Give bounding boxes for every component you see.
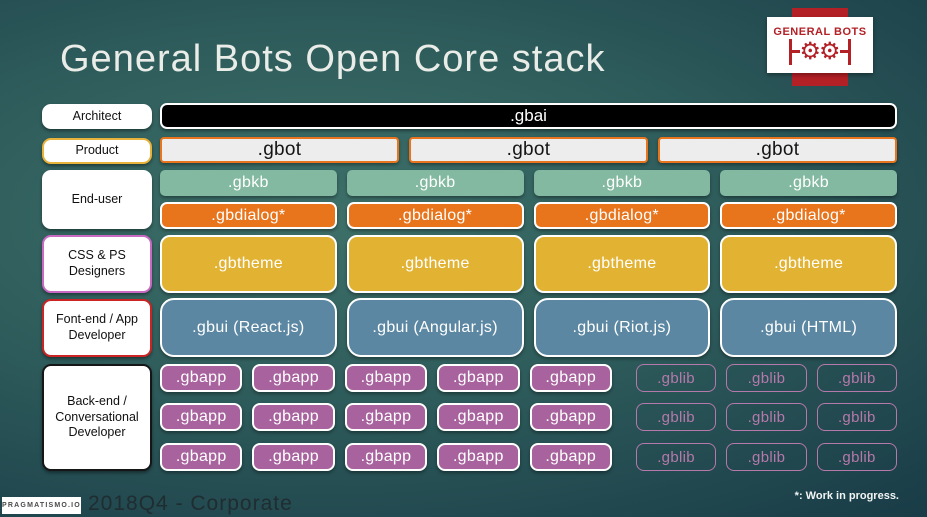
role-label-end-user: End-user: [42, 170, 152, 229]
gbkb-box: .gbkb: [720, 170, 897, 196]
work-in-progress-note: *: Work in progress.: [794, 490, 899, 502]
gbapp-box: .gbapp: [160, 443, 243, 471]
gbot-row: .gbot .gbot .gbot: [160, 137, 897, 163]
gbot-box: .gbot: [160, 137, 399, 163]
gblib-box: .gblib: [816, 403, 897, 431]
gbui-react-box: .gbui (React.js): [160, 298, 337, 357]
gbapp-box: .gbapp: [344, 443, 428, 471]
gbtheme-box: .gbtheme: [720, 235, 897, 293]
slide-canvas: General Bots Open Core stack GENERAL BOT…: [0, 0, 927, 517]
gblib-box: .gblib: [635, 443, 717, 471]
gbot-box: .gbot: [658, 137, 897, 163]
gbkb-row: .gbkb .gbkb .gbkb .gbkb: [160, 170, 897, 196]
gbtheme-box: .gbtheme: [160, 235, 337, 293]
gbapp-box: .gbapp: [437, 364, 520, 392]
gbapp-gblib-row: .gbapp .gbapp .gbapp .gbapp .gbapp .gbli…: [160, 364, 897, 392]
gbdialog-box: .gbdialog*: [533, 202, 711, 229]
gbtheme-box: .gbtheme: [346, 235, 524, 293]
gbapp-gblib-row: .gbapp .gbapp .gbapp .gbapp .gbapp .gbli…: [160, 403, 897, 431]
gbtheme-box: .gbtheme: [533, 235, 711, 293]
gbapp-box: .gbapp: [529, 403, 612, 431]
gbapp-box: .gbapp: [160, 403, 243, 431]
gbai-box: .gbai: [160, 103, 897, 129]
gbui-riot-box: .gbui (Riot.js): [533, 298, 711, 357]
role-label-architect: Architect: [42, 104, 152, 129]
role-label-backend-conversational-developer: Back-end / Conversational Developer: [42, 364, 152, 471]
gbapp-box: .gbapp: [160, 364, 243, 392]
pragmatismo-logo: PRAGMATISMO.IO: [2, 497, 81, 514]
gbapp-box: .gbapp: [344, 403, 428, 431]
gbkb-box: .gbkb: [346, 170, 524, 196]
gear-icon: ⚙: [819, 37, 841, 65]
gbui-angular-box: .gbui (Angular.js): [346, 298, 524, 357]
gbapp-box: .gbapp: [252, 364, 335, 392]
role-label-css-ps-designers: CSS & PS Designers: [42, 235, 152, 293]
gbtheme-row: .gbtheme .gbtheme .gbtheme .gbtheme: [160, 235, 897, 293]
gblib-box: .gblib: [816, 364, 897, 392]
gbapp-box: .gbapp: [252, 443, 335, 471]
logo-brand-text: GENERAL BOTS: [773, 25, 867, 38]
gbdialog-box: .gbdialog*: [160, 202, 337, 229]
gbapp-box: .gbapp: [344, 364, 428, 392]
gear-icon: ⚙: [799, 37, 821, 65]
gbapp-box: .gbapp: [437, 403, 520, 431]
gblib-box: .gblib: [726, 364, 807, 392]
gblib-box: .gblib: [635, 364, 717, 392]
gbui-row: .gbui (React.js) .gbui (Angular.js) .gbu…: [160, 298, 897, 357]
role-label-product: Product: [42, 138, 152, 164]
gblib-box: .gblib: [635, 403, 717, 431]
gblib-box: .gblib: [726, 403, 807, 431]
gbui-html-box: .gbui (HTML): [720, 298, 897, 357]
gbdialog-row: .gbdialog* .gbdialog* .gbdialog* .gbdial…: [160, 202, 897, 229]
general-bots-logo: GENERAL BOTS ⚙ ⚙: [767, 17, 873, 73]
gear-frame-bar: [847, 38, 851, 65]
gblib-box: .gblib: [726, 443, 807, 471]
gbapp-gblib-row: .gbapp .gbapp .gbapp .gbapp .gbapp .gbli…: [160, 443, 897, 471]
gear-frame-bar: [839, 50, 848, 53]
slide-footer-caption: 2018Q4 - Corporate: [88, 492, 293, 515]
gbdialog-box: .gbdialog*: [720, 202, 897, 229]
gbot-box: .gbot: [409, 137, 648, 163]
gears-icon: ⚙ ⚙: [789, 37, 851, 65]
role-label-frontend-app-developer: Font-end / App Developer: [42, 299, 152, 357]
gbdialog-box: .gbdialog*: [346, 202, 524, 229]
gbapp-box: .gbapp: [437, 443, 520, 471]
gbapp-box: .gbapp: [529, 364, 612, 392]
gblib-box: .gblib: [816, 443, 897, 471]
slide-title: General Bots Open Core stack: [60, 38, 606, 80]
gbkb-box: .gbkb: [160, 170, 337, 196]
gbkb-box: .gbkb: [533, 170, 711, 196]
gbapp-box: .gbapp: [529, 443, 612, 471]
gbapp-box: .gbapp: [252, 403, 335, 431]
